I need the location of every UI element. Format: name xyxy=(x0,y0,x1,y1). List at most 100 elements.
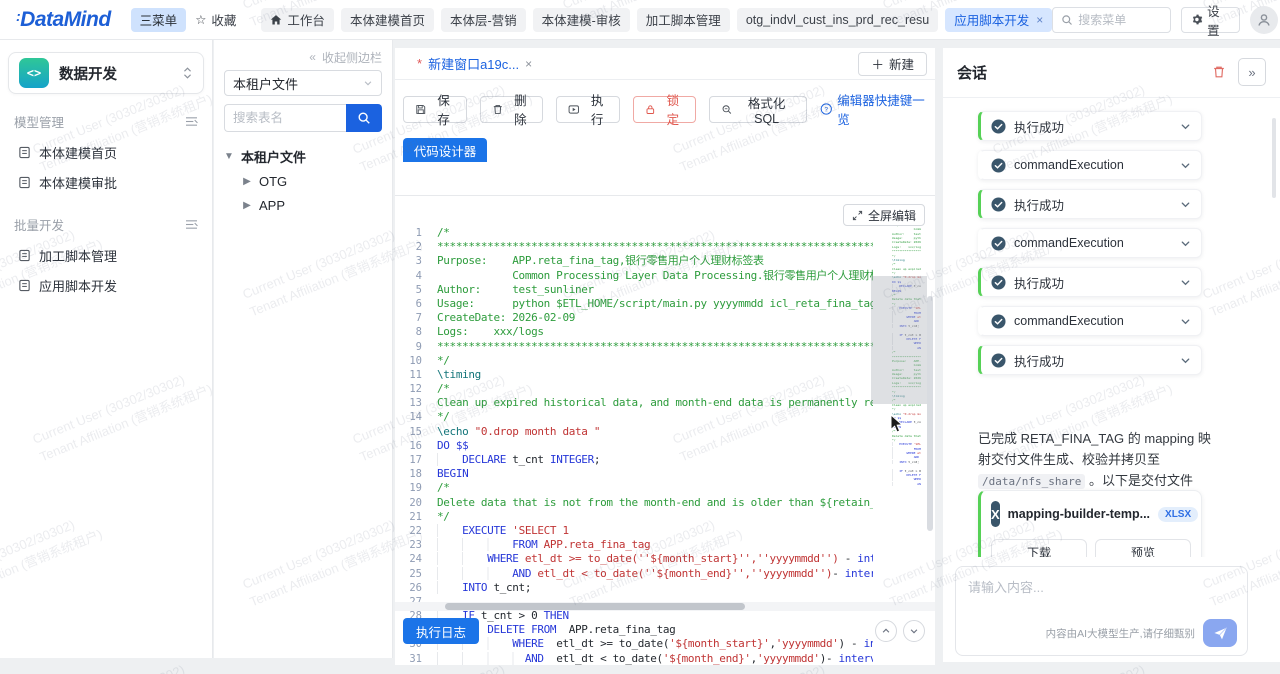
avatar xyxy=(1250,6,1278,34)
code-line: 4 Common Processing Layer Data Processin… xyxy=(395,269,873,283)
plus-icon: ＋ xyxy=(871,54,884,73)
trash-icon xyxy=(492,103,504,116)
code-line: 1/* xyxy=(395,226,873,240)
left-sidebar: <> 数据开发 模型管理本体建模首页本体建模审批批量开发加工脚本管理应用脚本开发 xyxy=(0,40,213,658)
panel-collapse-down-button[interactable] xyxy=(903,620,925,642)
collapse-list-icon xyxy=(185,116,198,127)
code-editor[interactable]: 全屏编辑 1/*2*******************************… xyxy=(395,195,935,665)
tab-code-designer[interactable]: 代码设计器 xyxy=(403,138,487,162)
send-button[interactable] xyxy=(1203,619,1237,647)
unsaved-marker: * xyxy=(417,56,422,71)
check-circle-icon xyxy=(991,197,1006,212)
fullscreen-edit-button[interactable]: 全屏编辑 xyxy=(843,204,925,226)
editor-tab[interactable]: * 新建窗口a19c... × xyxy=(403,48,546,79)
page-tab-3[interactable]: 本体层-营销 xyxy=(441,8,526,32)
download-button[interactable]: 下载 xyxy=(991,539,1087,557)
user-menu[interactable] xyxy=(1250,6,1280,34)
code-line: 14*/ xyxy=(395,410,873,424)
file-type-badge: XLSX xyxy=(1158,507,1198,522)
code-line: 25 AND etl_dt < to_date(''${month_end}''… xyxy=(395,567,873,581)
minimap-viewport[interactable] xyxy=(871,276,927,404)
app-logo: :DataMind xyxy=(16,8,111,32)
page-tab-5[interactable]: 加工脚本管理 xyxy=(637,8,730,32)
code-line: 24 WHERE etl_dt >= to_date(''${month_sta… xyxy=(395,552,873,566)
chevron-down-icon xyxy=(1180,238,1191,249)
session-step-5[interactable]: 执行成功 xyxy=(978,267,1202,297)
preview-button[interactable]: 预览 xyxy=(1095,539,1191,557)
file-scope-select[interactable]: 本租户文件 xyxy=(224,70,382,96)
session-step-7[interactable]: 执行成功 xyxy=(978,345,1202,375)
page-tab-4[interactable]: 本体建模-审核 xyxy=(533,8,630,32)
collapse-sidebar-button[interactable]: « 收起侧边栏 xyxy=(224,48,382,66)
save-button[interactable]: 保存 xyxy=(403,96,467,123)
tree-node-APP[interactable]: ▶APP xyxy=(242,194,382,216)
search-icon xyxy=(1061,14,1073,26)
delete-button[interactable]: 删除 xyxy=(480,96,544,123)
code-line: 16DO $$ xyxy=(395,439,873,453)
panel-expand-up-button[interactable] xyxy=(875,620,897,642)
code-line: 5Author: test_sunliner xyxy=(395,283,873,297)
editor-tab-bar: * 新建窗口a19c... × ＋新建 xyxy=(395,48,935,80)
sidebar-section-title: 模型管理 xyxy=(14,112,198,131)
check-circle-icon xyxy=(991,236,1006,251)
shortcuts-link[interactable]: ? 编辑器快捷键一览 xyxy=(820,90,927,128)
tab-execution-log[interactable]: 执行日志 xyxy=(403,618,479,644)
page-tab-2[interactable]: 本体建模首页 xyxy=(341,8,434,32)
svg-text:?: ? xyxy=(824,106,828,113)
page-tab-6[interactable]: otg_indvl_cust_ins_prd_rec_resu xyxy=(737,8,938,32)
clear-session-trash-icon[interactable] xyxy=(1212,65,1226,79)
table-search-button[interactable] xyxy=(346,104,382,132)
code-line: 22 EXECUTE 'SELECT 1 xyxy=(395,524,873,538)
table-search-input[interactable] xyxy=(224,104,346,132)
collapse-list-icon xyxy=(185,219,198,230)
chevron-down-icon xyxy=(1180,277,1191,288)
chevron-down-icon xyxy=(363,78,373,88)
session-step-2[interactable]: commandExecution xyxy=(978,150,1202,180)
chevron-down-icon xyxy=(909,626,919,636)
session-panel: 会话 » 执行成功commandExecution执行成功commandExec… xyxy=(943,48,1280,662)
vertical-scrollbar[interactable] xyxy=(927,296,933,531)
session-scroll-area[interactable]: 执行成功 commandExecution 执行成功 commandExecution… xyxy=(943,97,1280,557)
menu-search-input[interactable]: 搜索菜单 xyxy=(1052,7,1171,33)
chat-scrollbar-thumb[interactable] xyxy=(1272,118,1276,198)
collapse-panel-button[interactable]: » xyxy=(1238,58,1266,86)
close-tab-icon[interactable]: × xyxy=(525,57,532,71)
code-line: 21*/ xyxy=(395,510,873,524)
code-line: 10*/ xyxy=(395,354,873,368)
product-switcher[interactable]: <> 数据开发 xyxy=(8,52,204,94)
horizontal-scrollbar-track xyxy=(395,602,935,611)
code-lines[interactable]: 1/*2************************************… xyxy=(395,196,873,665)
lock-icon xyxy=(645,103,656,116)
document-icon xyxy=(18,279,31,292)
page-tab-1[interactable]: 工作台 xyxy=(261,8,334,32)
menu-chip[interactable]: 三菜单 xyxy=(131,8,187,32)
document-icon xyxy=(18,249,31,262)
code-line: 23 FROM APP.reta_fina_tag xyxy=(395,538,873,552)
session-step-4[interactable]: commandExecution xyxy=(978,228,1202,258)
delivery-file-card: X mapping-builder-temp... XLSX 下载 预览 xyxy=(978,490,1202,557)
sidebar-item-加工脚本管理[interactable]: 加工脚本管理 xyxy=(8,240,204,270)
lock-button[interactable]: 锁定 xyxy=(633,96,696,123)
settings-button[interactable]: 设置 xyxy=(1181,7,1240,33)
tree-root[interactable]: ▼ 本租户文件 xyxy=(224,144,382,168)
new-window-button[interactable]: ＋新建 xyxy=(858,52,927,76)
sidebar-item-本体建模审批[interactable]: 本体建模审批 xyxy=(8,167,204,197)
session-step-6[interactable]: commandExecution xyxy=(978,306,1202,336)
favorites-button[interactable]: ☆收藏 xyxy=(186,8,245,32)
chat-input-box[interactable]: 请输入内容... 内容由AI大模型生产,请仔细甄别 xyxy=(955,566,1248,656)
tree-node-OTG[interactable]: ▶OTG xyxy=(242,170,382,192)
sidebar-item-应用脚本开发[interactable]: 应用脚本开发 xyxy=(8,270,204,300)
document-icon xyxy=(18,176,31,189)
chevron-down-icon xyxy=(1180,355,1191,366)
run-button[interactable]: 执行 xyxy=(556,96,620,123)
close-tab-icon[interactable]: × xyxy=(1036,13,1043,27)
session-step-3[interactable]: 执行成功 xyxy=(978,189,1202,219)
page-tab-7[interactable]: 应用脚本开发× xyxy=(945,8,1052,32)
session-step-1[interactable]: 执行成功 xyxy=(978,111,1202,141)
code-line: 8Logs: xxx/logs xyxy=(395,325,873,339)
horizontal-scrollbar-thumb[interactable] xyxy=(445,603,745,610)
data-dev-icon: <> xyxy=(19,58,49,88)
format-icon xyxy=(721,103,733,116)
sidebar-item-本体建模首页[interactable]: 本体建模首页 xyxy=(8,137,204,167)
format-sql-button[interactable]: 格式化SQL xyxy=(709,96,807,123)
